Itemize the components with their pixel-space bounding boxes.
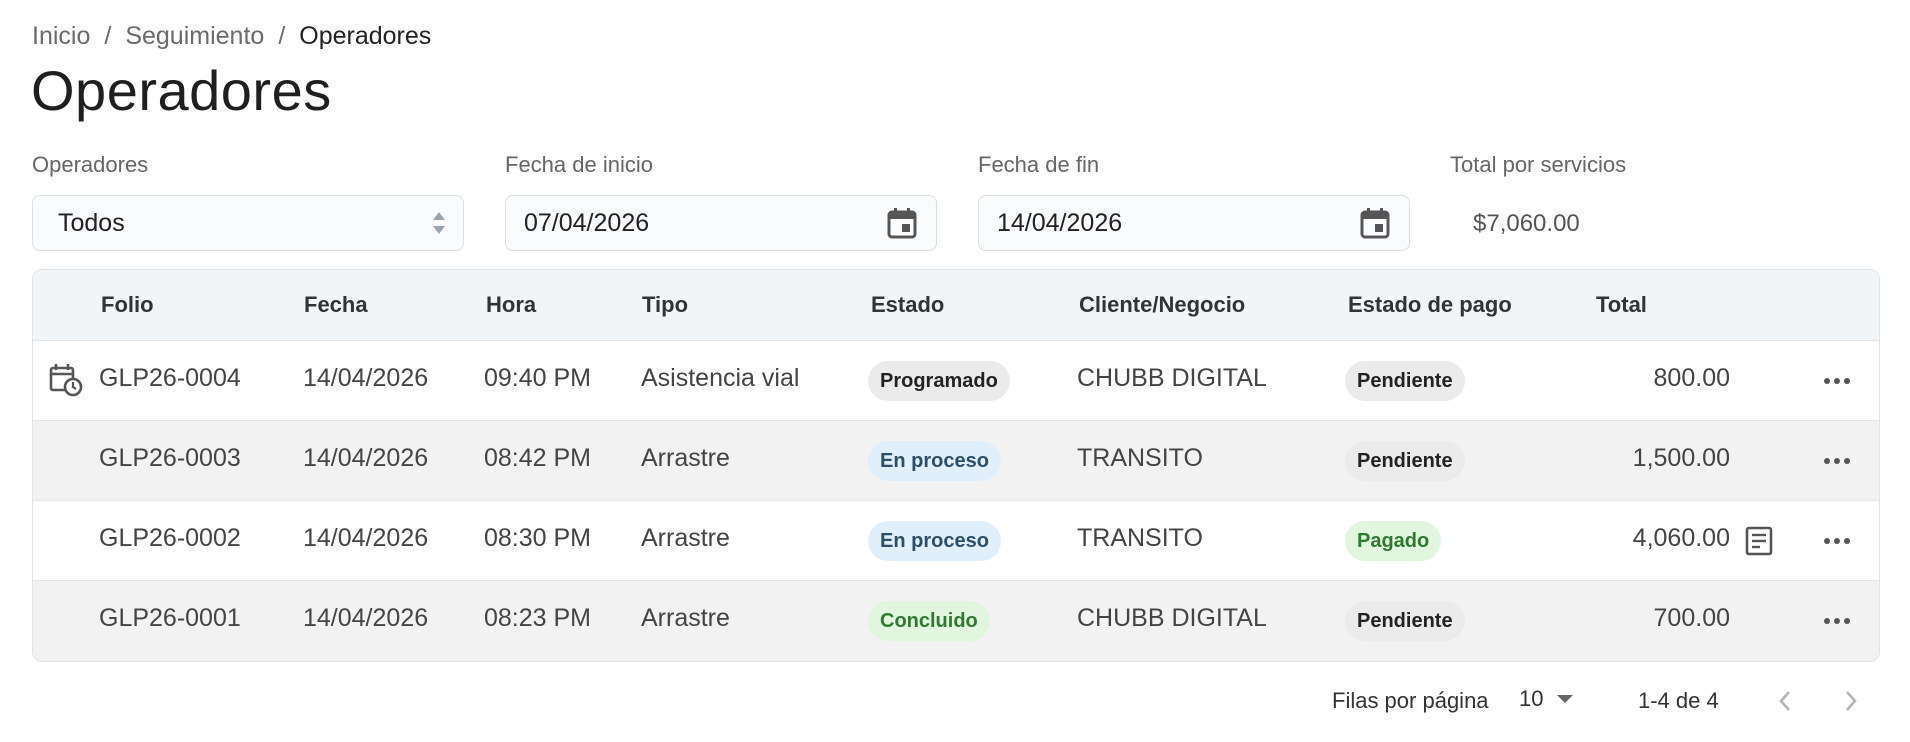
- table-row[interactable]: GLP26-0001 14/04/2026 08:23 PM Arrastre …: [33, 581, 1879, 661]
- payment-status-badge: Pendiente: [1345, 361, 1465, 401]
- column-header-estado-pago[interactable]: Estado de pago: [1348, 292, 1512, 318]
- column-header-fecha[interactable]: Fecha: [304, 292, 368, 318]
- table-row[interactable]: GLP26-0002 14/04/2026 08:30 PM Arrastre …: [33, 501, 1879, 581]
- calendar-icon[interactable]: [1355, 203, 1395, 243]
- cell-hora: 08:30 PM: [484, 524, 592, 552]
- cell-hora: 08:42 PM: [484, 444, 592, 472]
- column-header-hora[interactable]: Hora: [486, 292, 536, 318]
- cell-hora: 09:40 PM: [484, 364, 592, 392]
- fecha-inicio-value: 07/04/2026: [524, 208, 650, 237]
- cell-fecha: 14/04/2026: [303, 604, 429, 632]
- cell-total: 4,060.00: [1632, 524, 1730, 552]
- rows-per-page-select[interactable]: 10: [1519, 686, 1574, 712]
- total-servicios-value: $7,060.00: [1473, 210, 1580, 237]
- caret-down-icon: [1557, 695, 1574, 703]
- calendar-icon[interactable]: [882, 203, 922, 243]
- cell-folio: GLP26-0003: [99, 444, 241, 472]
- cell-fecha: 14/04/2026: [303, 524, 429, 552]
- cell-hora: 08:23 PM: [484, 604, 592, 632]
- column-header-total[interactable]: Total: [1596, 292, 1647, 318]
- column-header-cliente[interactable]: Cliente/Negocio: [1079, 292, 1245, 318]
- breadcrumb-current: Operadores: [299, 22, 432, 50]
- cell-cliente: TRANSITO: [1077, 444, 1203, 472]
- cell-total: 700.00: [1653, 604, 1730, 632]
- table-row[interactable]: GLP26-0003 14/04/2026 08:42 PM Arrastre …: [33, 421, 1879, 501]
- breadcrumb: Inicio / Seguimiento / Operadores: [32, 22, 431, 51]
- operadores-select[interactable]: Todos: [32, 195, 464, 251]
- total-servicios-label: Total por servicios: [1450, 152, 1627, 177]
- rows-per-page-value: 10: [1519, 686, 1544, 711]
- status-badge: En proceso: [868, 521, 1001, 561]
- fecha-inicio-label: Fecha de inicio: [505, 152, 653, 177]
- cell-folio: GLP26-0004: [99, 364, 241, 392]
- operadores-select-value: Todos: [58, 208, 125, 237]
- payment-status-badge: Pendiente: [1345, 441, 1465, 481]
- operadores-label: Operadores: [32, 152, 149, 177]
- more-actions-icon[interactable]: [1821, 605, 1853, 637]
- cell-tipo: Asistencia vial: [641, 364, 800, 392]
- status-badge: Concluido: [868, 601, 990, 641]
- more-actions-icon[interactable]: [1821, 525, 1853, 557]
- payment-status-badge: Pendiente: [1345, 601, 1465, 641]
- more-actions-icon[interactable]: [1821, 445, 1853, 477]
- fecha-inicio-field[interactable]: 07/04/2026: [505, 195, 937, 251]
- fecha-fin-label: Fecha de fin: [978, 152, 1100, 177]
- status-badge: Programado: [868, 361, 1010, 401]
- cell-folio: GLP26-0001: [99, 604, 241, 632]
- cell-tipo: Arrastre: [641, 524, 730, 552]
- pagination-range: 1-4 de 4: [1638, 688, 1719, 713]
- status-badge: En proceso: [868, 441, 1001, 481]
- cell-folio: GLP26-0002: [99, 524, 241, 552]
- column-header-folio[interactable]: Folio: [101, 292, 154, 318]
- column-header-tipo[interactable]: Tipo: [642, 292, 688, 318]
- calendar-clock-icon: [49, 363, 83, 402]
- breadcrumb-separator: /: [278, 22, 286, 50]
- select-arrows-icon: [429, 212, 449, 234]
- cell-total: 1,500.00: [1632, 444, 1730, 472]
- cell-fecha: 14/04/2026: [303, 364, 429, 392]
- page-title: Operadores: [31, 59, 332, 122]
- receipt-icon[interactable]: [1745, 526, 1773, 561]
- breadcrumb-seguimiento[interactable]: Seguimiento: [125, 22, 264, 51]
- cell-total: 800.00: [1653, 364, 1730, 392]
- table-row[interactable]: GLP26-0004 14/04/2026 09:40 PM Asistenci…: [33, 341, 1879, 421]
- column-header-estado[interactable]: Estado: [871, 292, 944, 318]
- cell-cliente: CHUBB DIGITAL: [1077, 604, 1267, 632]
- previous-page-icon[interactable]: [1770, 686, 1800, 716]
- cell-fecha: 14/04/2026: [303, 444, 429, 472]
- fecha-fin-field[interactable]: 14/04/2026: [978, 195, 1410, 251]
- cell-cliente: TRANSITO: [1077, 524, 1203, 552]
- cell-tipo: Arrastre: [641, 444, 730, 472]
- services-table: Folio Fecha Hora Tipo Estado Cliente/Neg…: [32, 269, 1880, 662]
- table-header: Folio Fecha Hora Tipo Estado Cliente/Neg…: [33, 270, 1879, 341]
- more-actions-icon[interactable]: [1821, 365, 1853, 397]
- breadcrumb-separator: /: [104, 22, 112, 50]
- fecha-fin-value: 14/04/2026: [997, 208, 1123, 237]
- next-page-icon[interactable]: [1836, 686, 1866, 716]
- rows-per-page-label: Filas por página: [1332, 688, 1489, 713]
- payment-status-badge: Pagado: [1345, 521, 1442, 561]
- cell-tipo: Arrastre: [641, 604, 730, 632]
- breadcrumb-inicio[interactable]: Inicio: [32, 22, 90, 51]
- cell-cliente: CHUBB DIGITAL: [1077, 364, 1267, 392]
